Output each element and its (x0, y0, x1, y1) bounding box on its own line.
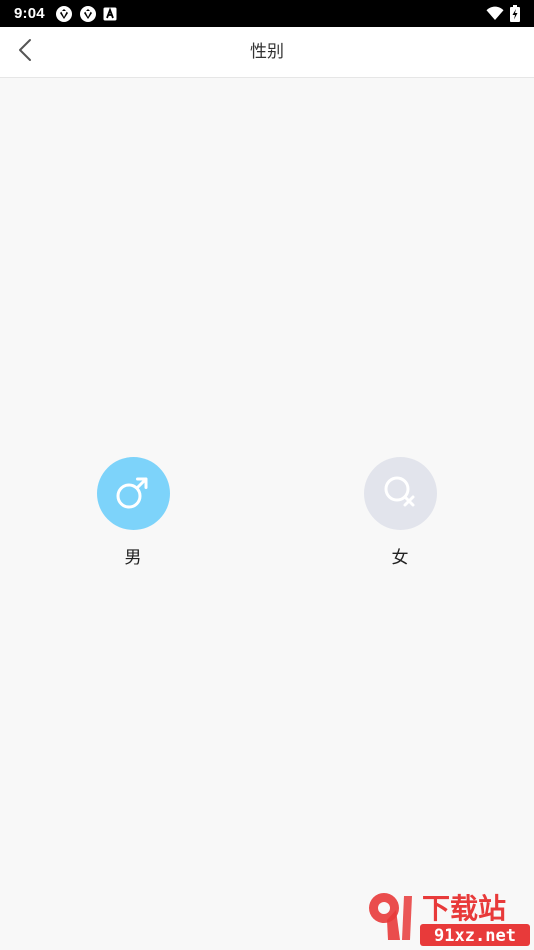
female-circle[interactable] (363, 457, 437, 530)
header: 性别 (0, 27, 534, 78)
male-symbol-icon (113, 472, 153, 516)
aperture-icon (55, 5, 73, 23)
male-circle[interactable] (96, 457, 170, 530)
status-icons-left (55, 5, 117, 23)
status-time: 9:04 (14, 5, 45, 22)
battery-charging-icon (510, 5, 520, 22)
gender-label-male: 男 (124, 548, 142, 568)
status-bar: 9:04 (0, 0, 534, 27)
gender-option-male[interactable]: 男 (78, 457, 188, 568)
watermark-brand: 下载站 (422, 892, 506, 925)
status-icons-right (486, 5, 520, 22)
gender-option-female[interactable]: 女 (345, 457, 455, 568)
watermark-logo: 下载站 91xz.net (360, 888, 532, 948)
font-a-icon (103, 6, 117, 21)
gender-label-female: 女 (391, 548, 409, 568)
wifi-icon (486, 6, 504, 21)
aperture-icon (79, 5, 97, 23)
watermark-domain: 91xz.net (434, 926, 516, 946)
page-title: 性别 (250, 42, 284, 62)
female-symbol-icon (380, 472, 420, 516)
